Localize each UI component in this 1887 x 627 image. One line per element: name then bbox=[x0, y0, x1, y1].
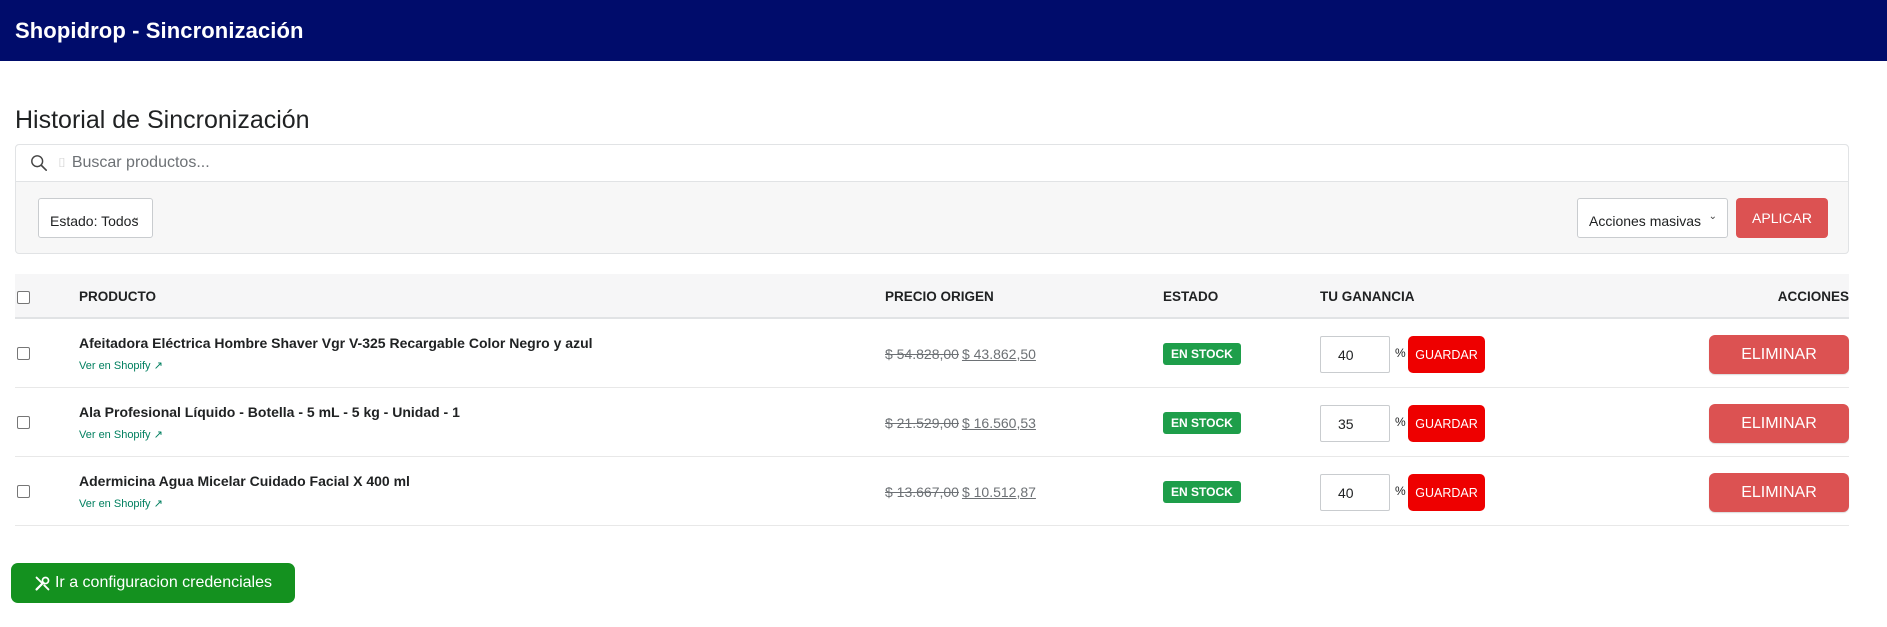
row-checkbox[interactable] bbox=[17, 485, 30, 498]
percent-sign: % bbox=[1395, 415, 1406, 429]
app-title: Shopidrop - Sincronización bbox=[15, 17, 304, 43]
credentials-config-button[interactable]: Ir a configuracion credenciales bbox=[11, 563, 295, 603]
select-all-checkbox[interactable] bbox=[17, 291, 30, 304]
bulk-actions-label: Acciones masivas bbox=[1589, 213, 1702, 229]
new-price[interactable]: $ 43.862,50 bbox=[962, 346, 1036, 362]
product-name: Afeitadora Eléctrica Hombre Shaver Vgr V… bbox=[79, 335, 593, 351]
status-badge: EN STOCK bbox=[1163, 481, 1241, 503]
header-acciones: ACCIONES bbox=[1777, 289, 1849, 304]
row-checkbox[interactable] bbox=[17, 347, 30, 360]
estado-filter-label: Estado: Todos bbox=[50, 213, 139, 229]
table-row: Ala Profesional Líquido - Botella - 5 mL… bbox=[15, 388, 1849, 457]
row-checkbox[interactable] bbox=[17, 416, 30, 429]
gain-percent-input[interactable]: 40 bbox=[1320, 474, 1390, 511]
search-glyph: ⌷ bbox=[58, 155, 66, 170]
header-estado: ESTADO bbox=[1163, 289, 1219, 304]
table-row: Afeitadora Eléctrica Hombre Shaver Vgr V… bbox=[15, 319, 1849, 388]
search-icon bbox=[31, 155, 48, 172]
product-name: Ala Profesional Líquido - Botella - 5 mL… bbox=[79, 404, 460, 420]
header-producto: PRODUCTO bbox=[79, 289, 157, 304]
bulk-actions-select[interactable]: Acciones masivas ⌄ bbox=[1577, 198, 1728, 238]
delete-button[interactable]: ELIMINAR bbox=[1709, 404, 1849, 443]
filter-card: ⌷ Estado: Todos ⌄ Acciones masivas ⌄ APL… bbox=[15, 144, 1849, 254]
old-price: $ 21.529,00 bbox=[885, 415, 959, 431]
percent-sign: % bbox=[1395, 346, 1406, 360]
origin-price: $ 54.828,00 $ 43.862,50 bbox=[885, 346, 1036, 362]
view-in-shopify-link[interactable]: Ver en Shopify ↗ bbox=[79, 428, 163, 441]
header-precio-origen: PRECIO ORIGEN bbox=[885, 289, 994, 304]
view-in-shopify-link[interactable]: Ver en Shopify ↗ bbox=[79, 359, 163, 372]
top-bar: Shopidrop - Sincronización bbox=[0, 0, 1887, 61]
apply-button[interactable]: APLICAR bbox=[1736, 198, 1828, 238]
page-title: Historial de Sincronización bbox=[15, 106, 310, 134]
gain-percent-input[interactable]: 40 bbox=[1320, 336, 1390, 373]
products-table: PRODUCTO PRECIO ORIGEN ESTADO TU GANANCI… bbox=[15, 274, 1849, 526]
old-price: $ 54.828,00 bbox=[885, 346, 959, 362]
header-tu-ganancia: TU GANANCIA bbox=[1320, 289, 1415, 304]
table-row: Adermicina Agua Micelar Cuidado Facial X… bbox=[15, 457, 1849, 526]
search-bar: ⌷ bbox=[16, 145, 1848, 182]
save-button[interactable]: GUARDAR bbox=[1408, 336, 1485, 373]
origin-price: $ 21.529,00 $ 16.560,53 bbox=[885, 415, 1036, 431]
old-price: $ 13.667,00 bbox=[885, 484, 959, 500]
gain-percent-input[interactable]: 35 bbox=[1320, 405, 1390, 442]
percent-sign: % bbox=[1395, 484, 1406, 498]
new-price[interactable]: $ 16.560,53 bbox=[962, 415, 1036, 431]
save-button[interactable]: GUARDAR bbox=[1408, 474, 1485, 511]
credentials-config-label: Ir a configuracion credenciales bbox=[54, 574, 272, 591]
delete-button[interactable]: ELIMINAR bbox=[1709, 473, 1849, 512]
chevron-down-icon: ⌄ bbox=[1708, 211, 1717, 222]
status-badge: EN STOCK bbox=[1163, 343, 1241, 365]
new-price[interactable]: $ 10.512,87 bbox=[962, 484, 1036, 500]
estado-filter-select[interactable]: Estado: Todos ⌄ bbox=[38, 198, 153, 238]
table-header: PRODUCTO PRECIO ORIGEN ESTADO TU GANANCI… bbox=[15, 274, 1849, 319]
view-in-shopify-link[interactable]: Ver en Shopify ↗ bbox=[79, 497, 163, 510]
delete-button[interactable]: ELIMINAR bbox=[1709, 335, 1849, 374]
product-name: Adermicina Agua Micelar Cuidado Facial X… bbox=[79, 473, 410, 489]
chevron-down-icon: ⌄ bbox=[131, 212, 140, 223]
tools-icon bbox=[35, 576, 50, 591]
save-button[interactable]: GUARDAR bbox=[1408, 405, 1485, 442]
origin-price: $ 13.667,00 $ 10.512,87 bbox=[885, 484, 1036, 500]
search-input[interactable] bbox=[71, 154, 672, 172]
status-badge: EN STOCK bbox=[1163, 412, 1241, 434]
